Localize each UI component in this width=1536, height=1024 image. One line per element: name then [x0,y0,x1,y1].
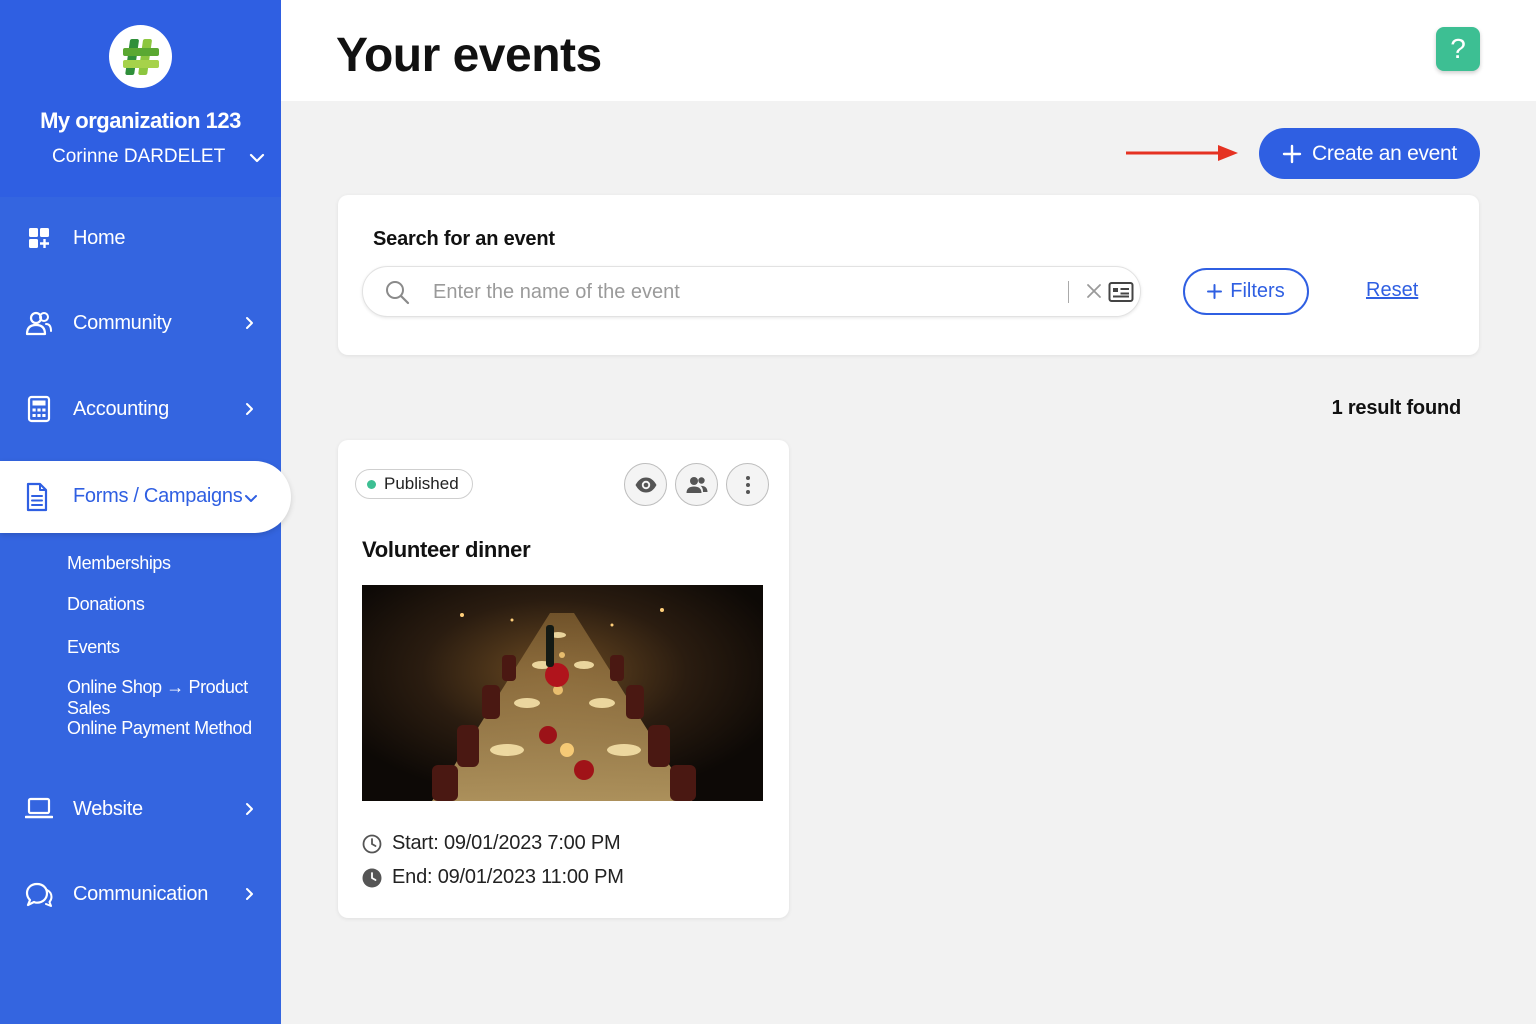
eye-icon [635,477,656,492]
preview-button[interactable] [624,463,667,506]
nav-item-website[interactable]: Website [0,779,281,839]
reset-link[interactable]: Reset [1366,279,1418,302]
subnav-item-online-shop[interactable]: Online Shop → Product Sales [67,677,281,719]
chevron-right-icon [246,403,253,415]
event-card[interactable]: Published Volunteer dinner Start: 09/01/… [338,440,789,918]
nav-label: Accounting [73,397,169,420]
start-date-text: Start: 09/01/2023 7:00 PM [392,832,621,854]
search-divider [1068,281,1069,303]
close-icon[interactable] [1085,282,1103,300]
chevron-down-icon [245,495,257,502]
search-box[interactable] [362,266,1141,317]
nav-label: Communication [73,882,209,905]
results-count: 1 result found [1331,397,1462,419]
search-panel: Search for an event Filters Reset [338,195,1479,355]
organization-name: My organization 123 [40,108,241,133]
question-mark-icon: ? [1450,33,1466,64]
nav-label: Community [73,311,172,334]
search-label: Search for an event [373,228,555,250]
create-event-button[interactable]: Create an event [1259,128,1480,179]
nav-item-community[interactable]: Community [0,293,281,353]
nav-label: Website [73,797,143,820]
plus-icon [1207,284,1223,299]
nav-label: Home [73,226,126,249]
document-icon [25,482,53,512]
chevron-right-icon [246,803,253,815]
page-title: Your events [336,29,602,82]
status-label: Published [384,474,459,493]
chevron-right-icon [246,888,253,900]
nav-item-home[interactable]: Home [0,208,281,268]
user-name: Corinne DARDELET [52,146,226,167]
subnav-item-events[interactable]: Events [67,637,120,658]
calculator-icon [25,395,53,423]
create-event-label: Create an event [1312,141,1457,165]
laptop-icon [25,795,53,823]
clock-outline-icon [362,834,382,853]
filters-button[interactable]: Filters [1183,268,1309,315]
event-title: Volunteer dinner [362,537,531,562]
subnav-item-memberships[interactable]: Memberships [67,553,171,574]
page-header: Your events ? [281,0,1536,101]
plus-icon [1282,144,1302,163]
more-options-button[interactable] [726,463,769,506]
nav-item-communication[interactable]: Communication [0,864,281,924]
dashboard-icon [25,224,53,252]
id-card-icon[interactable] [1108,280,1134,304]
nav-item-forms-campaigns[interactable]: Forms / Campaigns [0,461,291,533]
help-button[interactable]: ? [1436,27,1480,71]
subnav-item-donations[interactable]: Donations [67,594,145,615]
organization-logo [109,25,172,88]
more-vertical-icon [745,475,750,494]
event-end-date: End: 09/01/2023 11:00 PM [362,866,624,889]
nav-item-accounting[interactable]: Accounting [0,379,281,439]
clock-filled-icon [362,868,382,887]
arrow-right-icon [1126,145,1238,161]
nav-label: Forms / Campaigns [73,485,243,507]
users-icon [25,309,53,337]
people-icon [686,476,707,493]
participants-button[interactable] [675,463,718,506]
filters-label: Filters [1230,280,1285,302]
search-icon [386,281,410,305]
chat-icon [25,880,53,908]
status-badge: Published [355,469,473,499]
event-image [362,585,763,801]
chevron-right-icon [246,317,253,329]
chevron-down-icon[interactable] [247,148,267,168]
search-input[interactable] [433,277,1053,307]
subnav-item-online-payment[interactable]: Online Payment Method [67,718,252,739]
sidebar: My organization 123 Corinne DARDELET Hom… [0,0,291,1024]
event-start-date: Start: 09/01/2023 7:00 PM [362,832,621,855]
organization-switcher[interactable]: My organization 123 Corinne DARDELET [0,0,281,197]
end-date-text: End: 09/01/2023 11:00 PM [392,866,624,888]
hashtag-logo-icon [122,38,159,75]
status-dot [367,480,376,489]
